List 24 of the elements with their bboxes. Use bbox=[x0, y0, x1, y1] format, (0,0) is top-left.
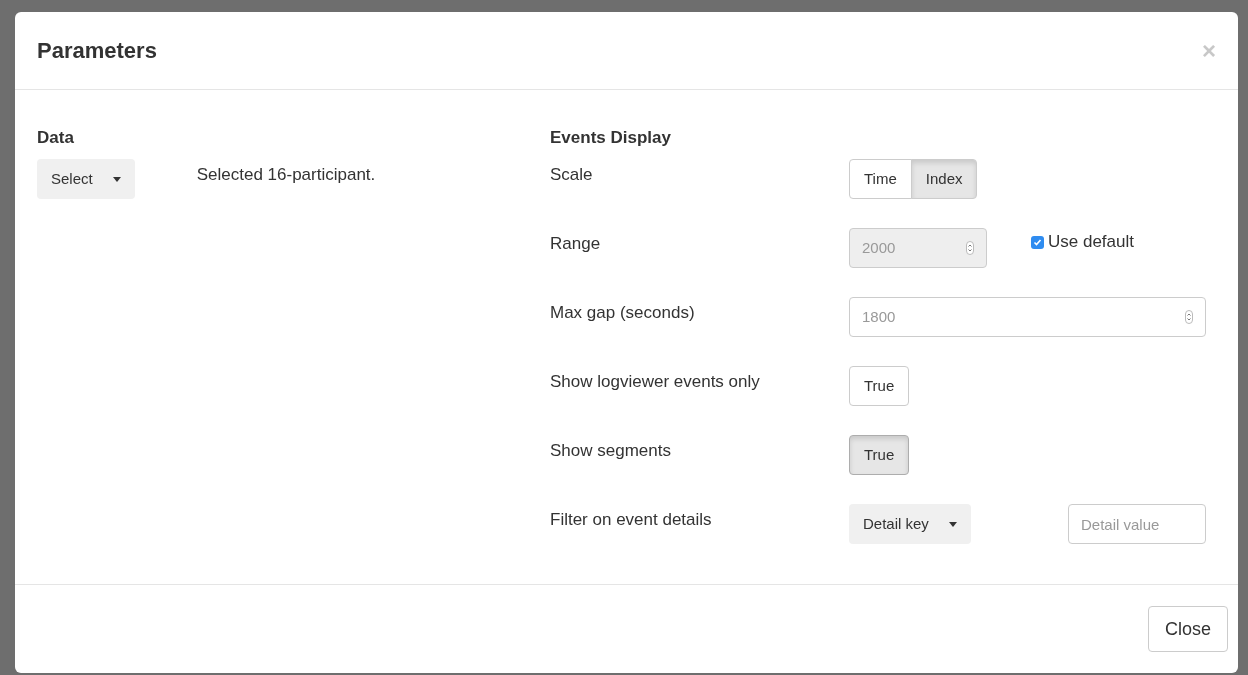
field-label: Range bbox=[550, 233, 602, 255]
scale-option[interactable]: Time bbox=[849, 159, 912, 199]
caret-icon bbox=[112, 176, 121, 182]
section-heading: Events Display bbox=[550, 127, 672, 149]
field-label: Scale bbox=[550, 164, 594, 186]
dialog-title: Parameters bbox=[37, 37, 157, 65]
spinner-icon bbox=[966, 241, 974, 255]
select-dropdown[interactable]: Select bbox=[37, 159, 135, 199]
detail-value-field[interactable]: Detail value bbox=[1068, 504, 1206, 544]
caret-icon bbox=[948, 521, 957, 527]
field-label: Max gap (seconds) bbox=[550, 302, 696, 324]
detail-key-dropdown[interactable]: Detail key bbox=[849, 504, 971, 544]
section-heading: Data bbox=[37, 127, 75, 149]
selection-status: Selected 16-participant. bbox=[196, 164, 376, 186]
spinner-icon bbox=[1185, 310, 1193, 324]
checkbox-label: Use default bbox=[1048, 231, 1134, 254]
toggle-button[interactable]: True bbox=[849, 435, 910, 475]
close-button[interactable]: Close bbox=[1147, 606, 1228, 652]
scale-option[interactable]: Index bbox=[910, 159, 978, 199]
check-icon bbox=[1033, 237, 1042, 247]
field-label: Filter on event details bbox=[550, 509, 713, 531]
field-label: Show segments bbox=[550, 440, 672, 462]
field-label: Show logviewer events only bbox=[550, 371, 761, 393]
toggle-button[interactable]: True bbox=[849, 366, 910, 406]
